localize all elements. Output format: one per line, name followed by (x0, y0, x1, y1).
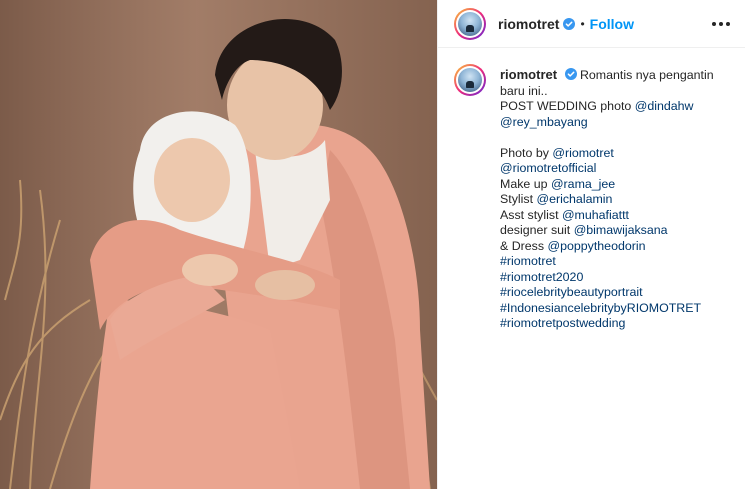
caption-line: Stylist @erichalamin (500, 192, 714, 208)
caption-line: #riomotret2020 (500, 270, 714, 286)
caption-text: Stylist (500, 192, 537, 206)
mention-link[interactable]: @muhafiattt (562, 208, 629, 222)
caption-line: #riocelebritybeautyportrait (500, 285, 714, 301)
post-side-panel: riomotret • Follow riomotret Romantis ny… (437, 0, 745, 489)
hashtag-link[interactable]: #riomotret (500, 254, 556, 268)
caption-avatar[interactable] (454, 64, 486, 96)
caption-text: baru ini.. (500, 83, 548, 98)
more-options-icon[interactable] (709, 12, 733, 36)
caption: riomotret Romantis nya pengantin baru in… (438, 48, 745, 332)
verified-badge-icon (563, 17, 576, 30)
caption-line: @riomotretofficial (500, 161, 714, 177)
hashtag-link[interactable]: #IndonesiancelebritybyRIOMOTRET (500, 301, 701, 315)
caption-line: Asst stylist @muhafiattt (500, 208, 714, 224)
caption-text: Asst stylist (500, 207, 562, 222)
caption-username[interactable]: riomotret (500, 67, 557, 82)
hashtag-link[interactable]: #riomotret2020 (500, 270, 583, 284)
hashtag-link[interactable]: #riocelebritybeautyportrait (500, 285, 643, 299)
caption-first-text: Romantis nya pengantin (579, 68, 714, 82)
caption-line: #IndonesiancelebritybyRIOMOTRET (500, 301, 714, 317)
caption-text: designer suit (500, 223, 574, 237)
separator-dot: • (580, 16, 585, 31)
mention-link[interactable]: @dindahw (635, 99, 694, 113)
caption-line: Make up @rama_jee (500, 177, 714, 193)
caption-text: Photo by (500, 145, 553, 160)
caption-line: @rey_mbayang (500, 115, 714, 131)
caption-line: Photo by @riomotret (500, 146, 714, 162)
mention-link[interactable]: @riomotretofficial (500, 161, 596, 175)
post-photo[interactable] (0, 0, 437, 489)
post-photo-illustration (0, 0, 437, 489)
caption-line: #riomotret (500, 254, 714, 270)
mention-link[interactable]: @poppytheodorin (548, 239, 646, 253)
mention-link[interactable]: @rama_jee (551, 177, 615, 191)
follow-button[interactable]: Follow (590, 16, 634, 32)
mention-link[interactable]: @rey_mbayang (500, 115, 588, 129)
mention-link[interactable]: @bimawijaksana (574, 223, 668, 237)
author-username[interactable]: riomotret (498, 16, 559, 32)
post-header: riomotret • Follow (438, 0, 745, 48)
caption-text: & Dress (500, 238, 548, 253)
caption-body: riomotret Romantis nya pengantin baru in… (500, 67, 714, 332)
caption-text: Make up (500, 176, 551, 191)
caption-line: & Dress @poppytheodorin (500, 239, 714, 255)
verified-badge-icon (564, 68, 577, 80)
caption-line: baru ini.. (500, 84, 714, 100)
caption-line: designer suit @bimawijaksana (500, 223, 714, 239)
caption-text: POST WEDDING photo (500, 99, 635, 113)
hashtag-link[interactable]: #riomotretpostwedding (500, 316, 625, 330)
author-avatar[interactable] (454, 7, 486, 40)
mention-link[interactable]: @erichalamin (537, 192, 613, 206)
mention-link[interactable]: @riomotret (552, 146, 613, 160)
caption-line: #riomotretpostwedding (500, 316, 714, 332)
caption-line: POST WEDDING photo @dindahw (500, 99, 714, 115)
